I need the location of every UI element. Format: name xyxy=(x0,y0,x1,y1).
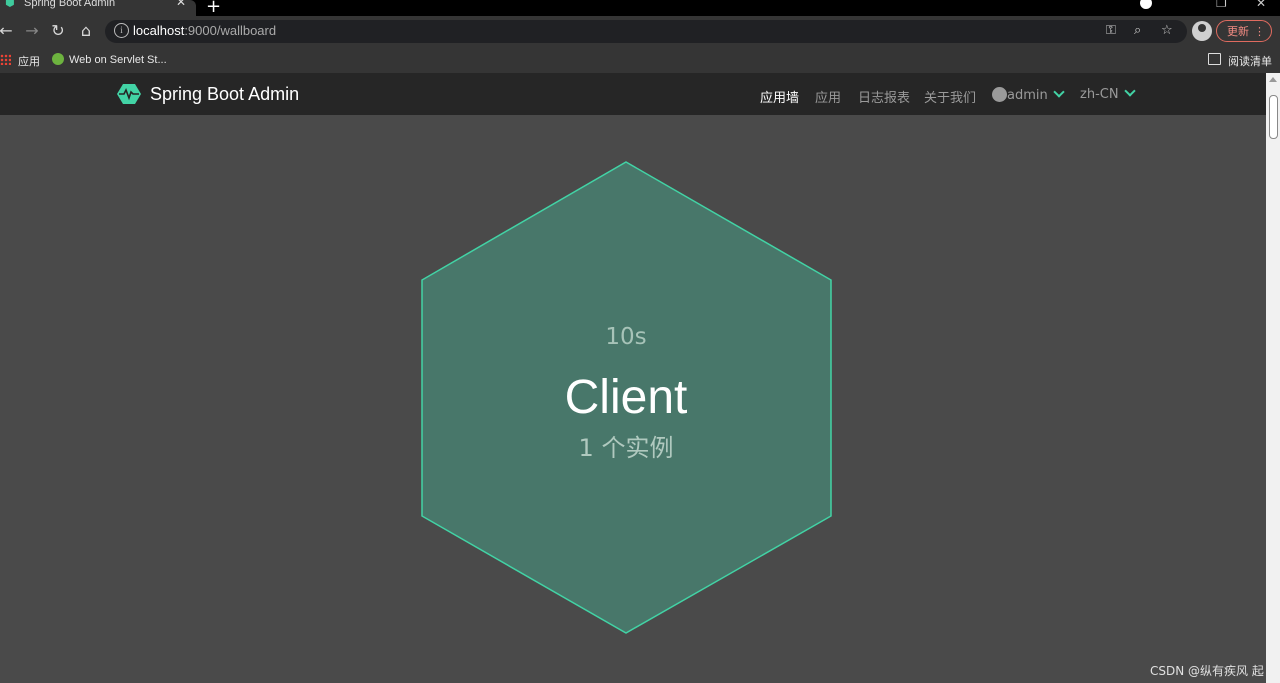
new-tab-icon[interactable]: + xyxy=(206,0,221,17)
zoom-icon[interactable]: ⌕ xyxy=(1134,23,1141,38)
key-icon[interactable]: ⚿ xyxy=(1106,23,1116,38)
forward-icon[interactable]: → xyxy=(22,21,42,40)
brand-title[interactable]: Spring Boot Admin xyxy=(150,84,299,105)
extension-icon[interactable] xyxy=(1140,0,1152,9)
nav-logfile[interactable]: 日志报表 xyxy=(858,87,910,106)
url-path: :9000/wallboard xyxy=(184,23,277,38)
nav-wallboard[interactable]: 应用墙 xyxy=(760,87,799,106)
more-menu-icon[interactable]: ⋮ xyxy=(1254,21,1265,43)
browser-toolbar: ← → ↻ ⌂ i localhost:9000/wallboard ⚿ ⌕ ☆… xyxy=(0,16,1280,47)
url-text: localhost:9000/wallboard xyxy=(133,23,276,38)
user-name: admin xyxy=(1007,88,1048,103)
back-icon[interactable]: ← xyxy=(0,21,16,40)
home-icon[interactable]: ⌂ xyxy=(76,21,96,40)
browser-tab[interactable]: ⬢ Spring Boot Admin ✕ xyxy=(0,0,196,16)
application-uptime: 10s xyxy=(605,324,647,350)
nav-language-menu[interactable]: zh-CN xyxy=(1080,85,1136,102)
reload-icon[interactable]: ↻ xyxy=(48,21,68,40)
user-circle-icon xyxy=(992,87,1007,102)
application-name: Client xyxy=(564,371,688,424)
instance-count: 1 个实例 xyxy=(578,434,674,462)
address-bar[interactable]: i localhost:9000/wallboard ⚿ ⌕ ☆ xyxy=(105,20,1187,43)
bookmark-apps[interactable]: 应用 xyxy=(18,53,40,69)
scroll-thumb[interactable] xyxy=(1269,95,1278,139)
reading-list[interactable]: 阅读清单 xyxy=(1228,53,1272,69)
close-window-icon[interactable]: ✕ xyxy=(1256,0,1266,10)
chevron-down-icon xyxy=(1123,85,1136,97)
update-button[interactable]: 更新 ⋮ xyxy=(1216,20,1272,42)
scroll-up-icon[interactable] xyxy=(1269,77,1277,82)
apps-grid-icon[interactable] xyxy=(0,54,11,65)
restore-window-icon[interactable]: ❐ xyxy=(1216,0,1227,10)
bookmark-label: Web on Servlet St... xyxy=(69,54,167,66)
spring-leaf-icon xyxy=(52,53,64,65)
update-label: 更新 xyxy=(1227,25,1249,38)
bookmark-web-on-servlet[interactable]: Web on Servlet St... xyxy=(52,53,167,66)
nav-about[interactable]: 关于我们 xyxy=(924,87,976,106)
nav-user-menu[interactable]: admin xyxy=(992,86,1065,103)
chevron-down-icon xyxy=(1053,86,1065,98)
tab-strip: ⬢ Spring Boot Admin ✕ + ❐ ✕ xyxy=(0,0,1280,17)
profile-avatar-icon[interactable] xyxy=(1192,21,1212,41)
spring-boot-admin-logo-icon[interactable] xyxy=(117,83,141,105)
spring-boot-admin-favicon-icon: ⬢ xyxy=(5,0,15,9)
nav-applications[interactable]: 应用 xyxy=(815,87,841,106)
language-label: zh-CN xyxy=(1080,87,1119,102)
url-host: localhost xyxy=(133,23,185,38)
bookmark-star-icon[interactable]: ☆ xyxy=(1161,23,1173,38)
bookmarks-bar: 应用 Web on Servlet St... 阅读清单 xyxy=(0,47,1280,73)
vertical-scrollbar[interactable] xyxy=(1266,73,1280,683)
site-info-icon[interactable]: i xyxy=(114,23,129,38)
close-tab-icon[interactable]: ✕ xyxy=(176,0,186,8)
app-navbar: Spring Boot Admin 应用墙 应用 日志报表 关于我们 admin… xyxy=(0,73,1266,115)
reading-list-icon[interactable] xyxy=(1208,53,1221,65)
watermark: CSDN @纵有疾风 起 xyxy=(1150,664,1264,678)
tab-title: Spring Boot Admin xyxy=(24,0,116,9)
